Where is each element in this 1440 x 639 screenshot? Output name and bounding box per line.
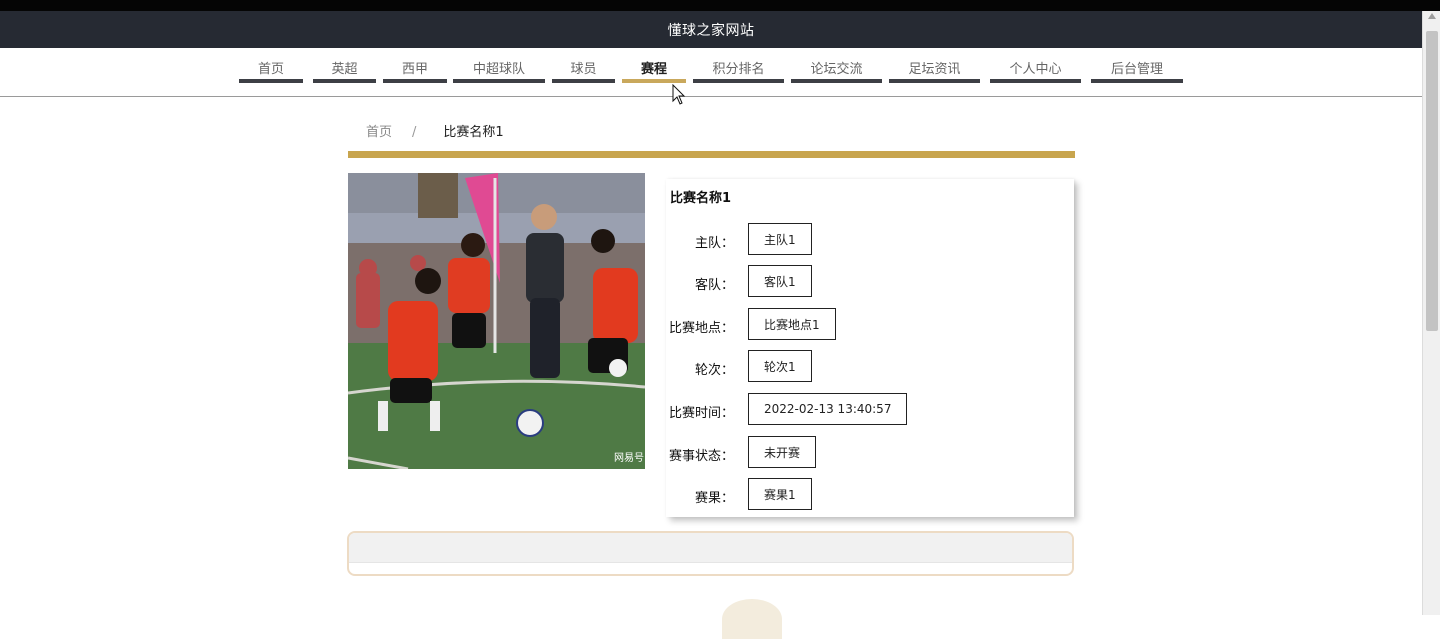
page-scrollbar[interactable]	[1422, 11, 1440, 615]
match-title: 比赛名称1	[670, 191, 732, 206]
nav-item-la-liga[interactable]: 西甲	[383, 61, 447, 83]
field-value: 主队1	[748, 223, 812, 255]
nav-item-csl-teams[interactable]: 中超球队	[453, 61, 545, 83]
match-photo-illustration: 网易号	[348, 173, 645, 469]
match-info-card: 比赛名称1 主队： 主队1 客队： 客队1 比赛地点： 比赛地点1 轮次： 轮次…	[666, 179, 1074, 517]
field-row-result: 赛果： 赛果1	[666, 478, 1066, 512]
field-row-round: 轮次： 轮次1	[666, 350, 1066, 384]
field-label: 赛事状态：	[668, 449, 734, 464]
field-label: 轮次：	[694, 363, 734, 378]
field-value: 未开赛	[748, 436, 817, 468]
field-value: 比赛地点1	[748, 308, 836, 340]
field-label: 赛果：	[694, 491, 734, 506]
nav-item-standings[interactable]: 积分排名	[693, 61, 784, 83]
nav-item-forum[interactable]: 论坛交流	[791, 61, 882, 83]
comment-section	[347, 531, 1074, 576]
breadcrumb: 首页 / 比赛名称1	[366, 121, 504, 140]
field-label: 比赛时间：	[668, 406, 734, 421]
breadcrumb-separator: /	[412, 125, 417, 140]
nav-item-news[interactable]: 足坛资讯	[889, 61, 980, 83]
comment-section-header	[349, 533, 1072, 563]
nav-item-user-center[interactable]: 个人中心	[990, 61, 1081, 83]
site-title-bar: 懂球之家网站	[0, 11, 1422, 48]
top-black-strip	[0, 0, 1440, 11]
field-row-away-team: 客队： 客队1	[666, 265, 1066, 299]
field-row-match-time: 比赛时间： 2022-02-13 13:40:57	[666, 393, 1066, 427]
field-label: 客队：	[694, 278, 734, 293]
site-title: 懂球之家网站	[667, 22, 755, 39]
nav-item-admin[interactable]: 后台管理	[1091, 61, 1183, 83]
decorative-shape	[722, 599, 782, 639]
match-photo: 网易号	[348, 173, 645, 469]
field-row-home-team: 主队： 主队1	[666, 223, 1066, 257]
field-label: 比赛地点：	[668, 321, 734, 336]
breadcrumb-home-link[interactable]: 首页	[366, 125, 392, 140]
field-row-status: 赛事状态： 未开赛	[666, 436, 1066, 470]
scrollbar-thumb[interactable]	[1426, 31, 1438, 331]
field-row-venue: 比赛地点： 比赛地点1	[666, 308, 1066, 342]
field-value: 2022-02-13 13:40:57	[748, 393, 908, 425]
field-value: 轮次1	[748, 350, 812, 382]
breadcrumb-current: 比赛名称1	[443, 125, 504, 140]
photo-watermark: 网易号	[614, 452, 644, 464]
field-value: 赛果1	[748, 478, 812, 510]
main-nav: 首页 英超 西甲 中超球队 球员 赛程 积分排名 论坛交流 足坛资讯 个人中心 …	[0, 48, 1422, 97]
scroll-up-arrow-icon[interactable]	[1428, 13, 1436, 19]
nav-item-home[interactable]: 首页	[239, 61, 303, 83]
nav-item-premier-league[interactable]: 英超	[313, 61, 376, 83]
mouse-pointer-icon	[672, 84, 686, 105]
field-label: 主队：	[694, 236, 734, 251]
section-divider-bar	[348, 151, 1075, 158]
nav-item-schedule[interactable]: 赛程	[622, 61, 686, 83]
nav-item-players[interactable]: 球员	[552, 61, 615, 83]
field-value: 客队1	[748, 265, 812, 297]
